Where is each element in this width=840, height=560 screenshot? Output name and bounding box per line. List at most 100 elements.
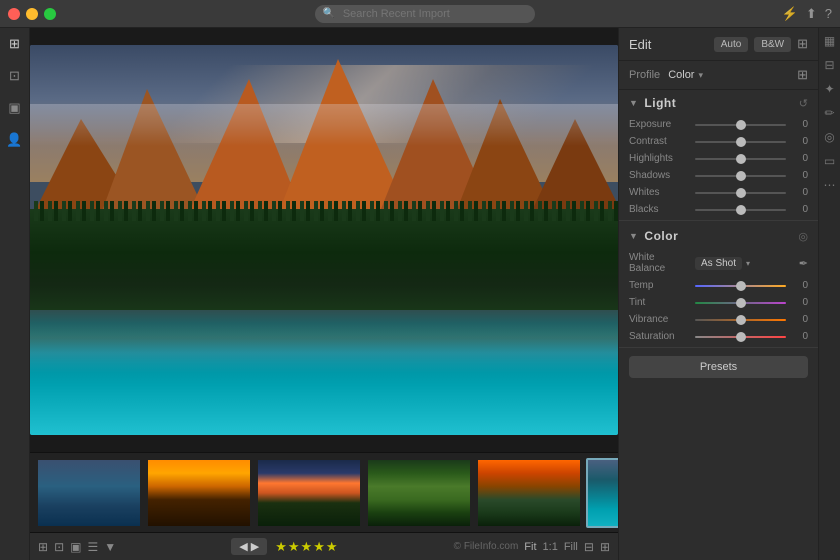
light-reset-button[interactable]: ↺ [799, 97, 808, 110]
sidebar-item-view[interactable]: ⊡ [5, 66, 25, 86]
presets-button[interactable]: Presets [629, 356, 808, 378]
section-header-color[interactable]: ▼ Color ◎ [619, 223, 818, 249]
search-input[interactable] [315, 5, 535, 23]
prev-nav-button[interactable]: ◀ ▶ [231, 538, 267, 555]
section-header-light[interactable]: ▼ Light ↺ [619, 90, 818, 116]
divider-2 [619, 347, 818, 348]
thumbs-icon[interactable]: ⊡ [54, 540, 64, 554]
vibrance-label: Vibrance [629, 314, 691, 325]
thumbnail-6[interactable] [586, 458, 618, 528]
shadows-track[interactable] [695, 175, 786, 177]
wb-value[interactable]: As Shot [695, 257, 742, 270]
filter-icon[interactable]: ⚡ [782, 6, 798, 22]
filter-radial-icon[interactable]: ◎ [824, 130, 834, 144]
minimize-button[interactable] [26, 8, 38, 20]
center-area: ⊞ ⊡ ▣ ☰ ▼ ◀ ▶ ★★★★★ © FileInfo.com Fit 1… [30, 28, 618, 560]
blacks-thumb[interactable] [736, 205, 746, 215]
section-light-label: Light [644, 96, 676, 110]
thumbnail-4[interactable] [366, 458, 472, 528]
edit-header: Edit Auto B&W ⊞ [619, 28, 818, 61]
sidebar-item-people[interactable]: 👤 [5, 130, 25, 150]
thumbnail-5[interactable] [476, 458, 582, 528]
titlebar-actions: ⚡ ⬆ ? [782, 6, 832, 22]
right-panel-icons: ▦ ⊟ ✦ ✏ ◎ ▭ ⋯ [818, 28, 840, 560]
shadows-thumb[interactable] [736, 171, 746, 181]
detail-icon[interactable]: ▣ [70, 540, 81, 554]
tint-track[interactable] [695, 302, 786, 304]
gradient-filter-icon[interactable]: ▭ [824, 154, 835, 168]
temp-value: 0 [790, 280, 808, 291]
profile-dropdown-icon[interactable]: ▾ [698, 70, 703, 81]
histogram-icon[interactable]: ▦ [824, 34, 835, 48]
exposure-track[interactable] [695, 124, 786, 126]
saturation-thumb[interactable] [736, 332, 746, 342]
profile-grid-icon[interactable]: ⊞ [797, 67, 808, 83]
whites-thumb[interactable] [736, 188, 746, 198]
tint-thumb[interactable] [736, 298, 746, 308]
main-layout: ⊞ ⊡ ▣ 👤 [0, 28, 840, 560]
temp-thumb[interactable] [736, 281, 746, 291]
contrast-track[interactable] [695, 141, 786, 143]
vibrance-track[interactable] [695, 319, 786, 321]
vibrance-thumb[interactable] [736, 315, 746, 325]
saturation-track[interactable] [695, 336, 786, 338]
thumb-image-1 [38, 460, 140, 526]
blacks-track[interactable] [695, 209, 786, 211]
image-viewer [30, 28, 618, 452]
fit-label[interactable]: Fit [524, 541, 536, 553]
contrast-value: 0 [790, 136, 808, 147]
list-icon[interactable]: ☰ [87, 540, 98, 554]
grid-icon[interactable]: ⊞ [38, 540, 48, 554]
whites-track[interactable] [695, 192, 786, 194]
thumbnail-2[interactable] [146, 458, 252, 528]
thumb-image-4 [368, 460, 470, 526]
contrast-label: Contrast [629, 136, 691, 147]
profile-label: Profile [629, 69, 660, 81]
adjustment-icon[interactable]: ⋯ [824, 178, 836, 192]
brush-icon[interactable]: ✏ [824, 106, 834, 120]
close-button[interactable] [8, 8, 20, 20]
panels-grid-button[interactable]: ⊞ [797, 36, 808, 52]
crop-icon[interactable]: ⊟ [824, 58, 834, 72]
compare-icon[interactable]: ⊞ [600, 540, 610, 554]
share-icon[interactable]: ⬆ [806, 6, 817, 22]
thumbnail-1[interactable] [36, 458, 142, 528]
sidebar-item-grid[interactable]: ⊞ [5, 34, 25, 54]
wb-dropdown-icon[interactable]: ▾ [746, 259, 750, 268]
bw-button[interactable]: B&W [754, 37, 791, 52]
sidebar-item-map[interactable]: ▣ [5, 98, 25, 118]
main-image [30, 45, 618, 435]
snow-overlay [30, 104, 618, 174]
eyedropper-icon[interactable]: ✒ [799, 257, 808, 270]
ratio-label: 1:1 [543, 541, 558, 553]
highlights-value: 0 [790, 153, 808, 164]
divider-1 [619, 220, 818, 221]
highlights-thumb[interactable] [736, 154, 746, 164]
wb-label: White Balance [629, 252, 691, 274]
fullscreen-button[interactable] [44, 8, 56, 20]
thumbnail-3[interactable] [256, 458, 362, 528]
whites-label: Whites [629, 187, 691, 198]
whites-slider-row: Whites 0 [619, 184, 818, 201]
temp-label: Temp [629, 280, 691, 291]
zoom-icon[interactable]: ⊟ [584, 540, 594, 554]
highlights-track[interactable] [695, 158, 786, 160]
blacks-value: 0 [790, 204, 808, 215]
saturation-slider-row: Saturation 0 [619, 328, 818, 345]
color-target-button[interactable]: ◎ [798, 230, 808, 243]
sort-icon[interactable]: ▼ [104, 540, 116, 554]
lake [30, 310, 618, 435]
thumb-image-5 [478, 460, 580, 526]
contrast-thumb[interactable] [736, 137, 746, 147]
heal-icon[interactable]: ✦ [824, 82, 834, 96]
copyright-text: © FileInfo.com [454, 541, 519, 552]
blacks-slider-row: Blacks 0 [619, 201, 818, 218]
star-rating[interactable]: ★★★★★ [275, 539, 338, 555]
fill-label[interactable]: Fill [564, 541, 578, 553]
help-icon[interactable]: ? [825, 6, 832, 21]
auto-button[interactable]: Auto [714, 37, 749, 52]
temp-track[interactable] [695, 285, 786, 287]
chevron-color-icon: ▼ [629, 231, 638, 241]
tint-label: Tint [629, 297, 691, 308]
exposure-thumb[interactable] [736, 120, 746, 130]
